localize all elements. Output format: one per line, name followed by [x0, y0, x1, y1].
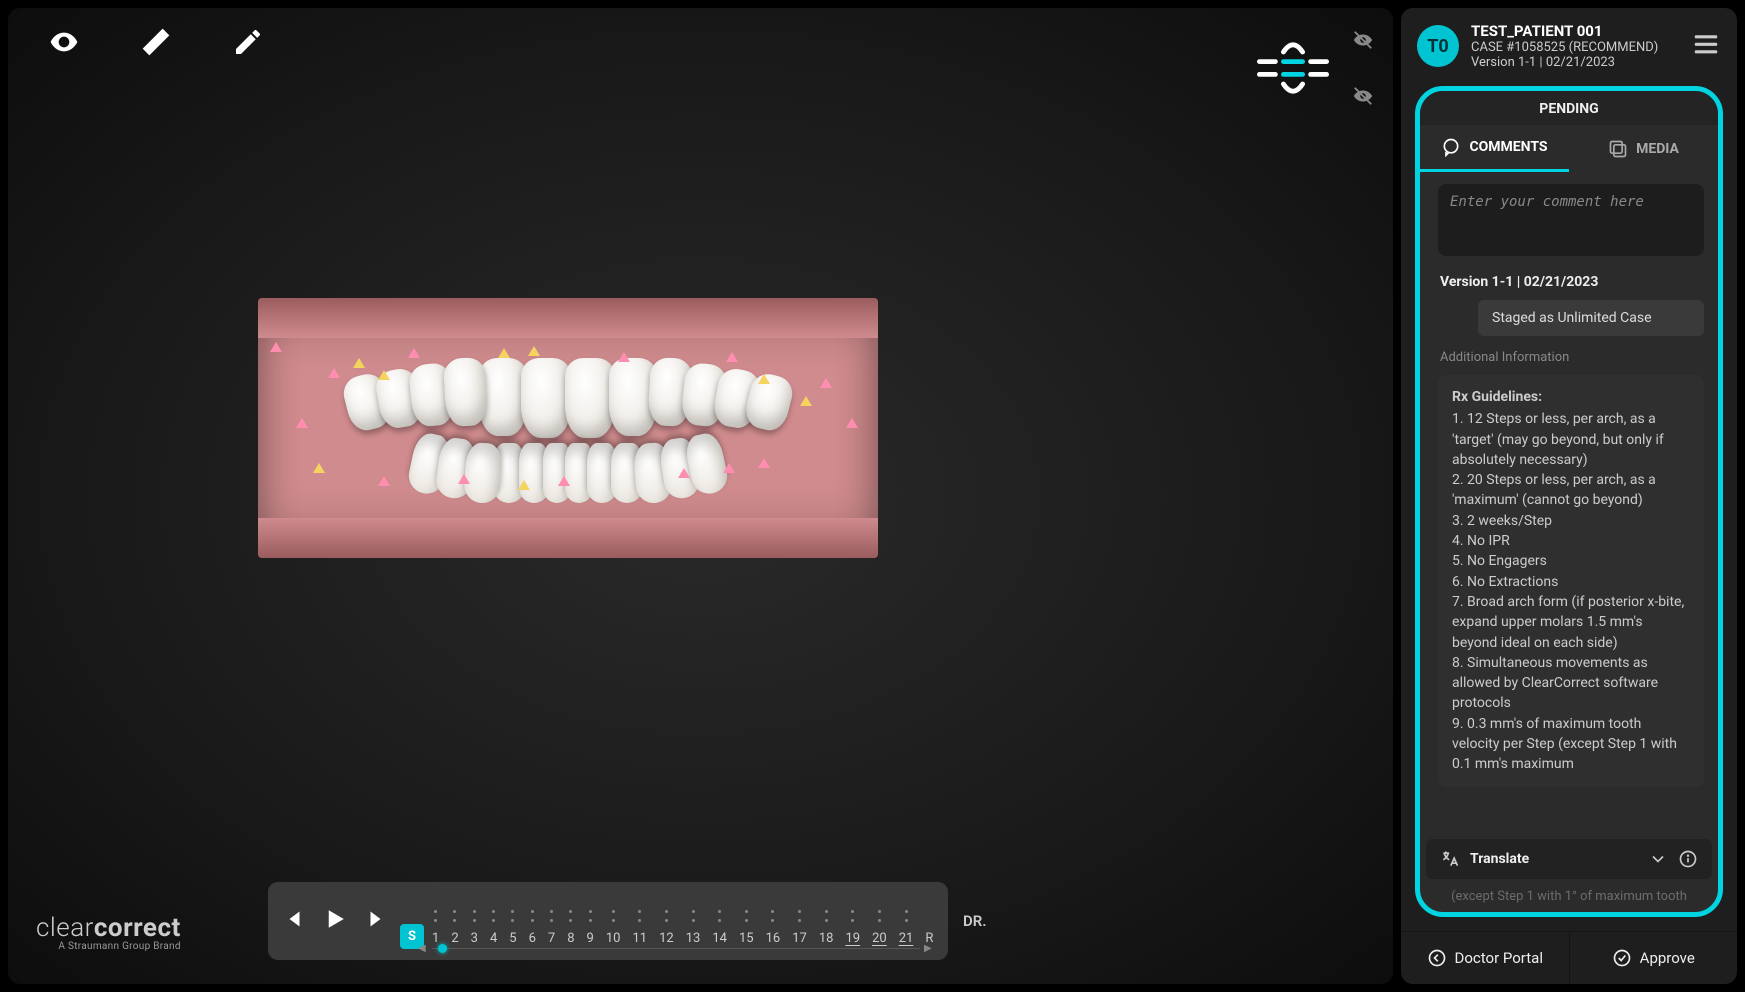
- side-panel: T0 TEST_PATIENT 001 CASE #1058525 (RECOM…: [1401, 8, 1737, 984]
- step-back-icon[interactable]: [282, 904, 312, 938]
- teeth-model[interactable]: [258, 298, 878, 558]
- play-icon[interactable]: [320, 904, 350, 938]
- step-forward-icon[interactable]: [358, 904, 388, 938]
- patient-name: TEST_PATIENT 001: [1471, 22, 1679, 40]
- guideline-line: 3. 2 weeks/Step: [1452, 511, 1690, 531]
- info-icon[interactable]: [1678, 849, 1698, 869]
- approve-button[interactable]: Approve: [1570, 932, 1738, 984]
- case-version: Version 1-1 | 02/21/2023: [1471, 55, 1679, 70]
- case-number: CASE #1058525 (RECOMMEND): [1471, 40, 1679, 55]
- guideline-line: 1. 12 Steps or less, per arch, as a 'tar…: [1452, 409, 1690, 470]
- guideline-line: 8. Simultaneous movements as allowed by …: [1452, 653, 1690, 714]
- hide-lower-icon[interactable]: [1349, 85, 1377, 111]
- brand-logo: clearcorrect A Straumann Group Brand: [36, 913, 181, 952]
- guideline-line: 7. Broad arch form (if posterior x-bite,…: [1452, 592, 1690, 653]
- rx-guidelines-box: Rx Guidelines: 1. 12 Steps or less, per …: [1438, 375, 1704, 787]
- avatar: T0: [1417, 25, 1459, 67]
- guideline-line: 4. No IPR: [1452, 531, 1690, 551]
- comment-input[interactable]: [1438, 184, 1704, 256]
- truncated-text: (except Step 1 with 1° of maximum tooth: [1420, 885, 1718, 912]
- comment-version-label: Version 1-1 | 02/21/2023: [1440, 274, 1704, 290]
- treatment-timeline[interactable]: S123456789101112131415161718192021R ◀ ▶: [268, 882, 948, 960]
- case-status: PENDING: [1420, 91, 1718, 125]
- tab-media[interactable]: MEDIA: [1569, 125, 1718, 172]
- guideline-line: 6. No Extractions: [1452, 572, 1690, 592]
- arch-view-toggle[interactable]: [1253, 28, 1333, 112]
- doctor-label: DR.: [963, 912, 987, 930]
- ruler-icon[interactable]: [140, 26, 172, 62]
- pencil-icon[interactable]: [232, 26, 264, 62]
- timeline-scrubber[interactable]: ◀ ▶: [418, 943, 934, 954]
- chevron-down-icon: [1648, 849, 1668, 869]
- guideline-line: 9. 0.3 mm's of maximum tooth velocity pe…: [1452, 714, 1690, 775]
- translate-button[interactable]: Translate: [1426, 839, 1712, 879]
- treatment-viewer[interactable]: clearcorrect A Straumann Group Brand DR.…: [8, 8, 1393, 984]
- hide-upper-icon[interactable]: [1349, 29, 1377, 55]
- guideline-line: 5. No Engagers: [1452, 551, 1690, 571]
- doctor-portal-button[interactable]: Doctor Portal: [1401, 932, 1570, 984]
- additional-info-label: Additional Information: [1440, 350, 1704, 365]
- staged-badge: Staged as Unlimited Case: [1478, 300, 1704, 336]
- tab-comments[interactable]: COMMENTS: [1420, 125, 1569, 172]
- guideline-line: 2. 20 Steps or less, per arch, as a 'max…: [1452, 470, 1690, 511]
- visibility-icon[interactable]: [48, 26, 80, 62]
- hamburger-menu-icon[interactable]: [1691, 29, 1721, 63]
